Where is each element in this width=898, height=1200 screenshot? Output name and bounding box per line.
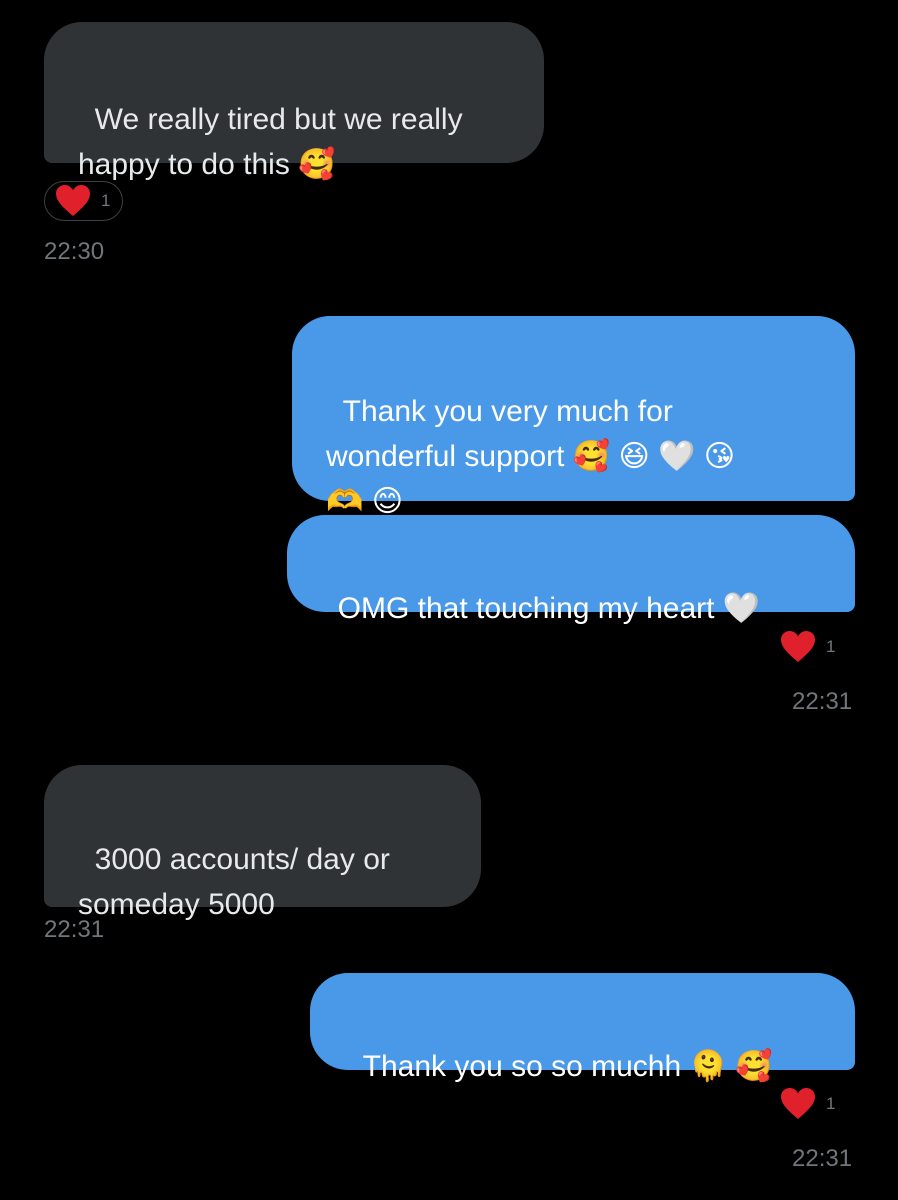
message-timestamp: 22:30 xyxy=(44,238,105,265)
reaction-count: 1 xyxy=(826,637,836,656)
red-heart-icon xyxy=(55,184,91,218)
message-text: 3000 accounts/ day or someday 5000 xyxy=(78,843,390,921)
message-timestamp: 22:31 xyxy=(44,916,105,943)
message-timestamp: 22:31 xyxy=(792,688,853,715)
outgoing-message-bubble[interactable]: Thank you so so muchh 🫠 🥰 xyxy=(310,973,855,1083)
reaction-badge[interactable]: 1 xyxy=(780,630,835,664)
red-heart-icon xyxy=(780,1087,816,1121)
message-text: OMG that touching my heart 🤍 xyxy=(337,592,761,625)
reaction-badge[interactable]: 1 xyxy=(44,181,124,221)
outgoing-message-bubble[interactable]: OMG that touching my heart 🤍 xyxy=(287,515,855,625)
message-timestamp: 22:31 xyxy=(792,1145,853,1172)
incoming-message-bubble[interactable]: 3000 accounts/ day or someday 5000 xyxy=(44,765,481,921)
red-heart-icon xyxy=(780,630,816,664)
reaction-badge[interactable]: 1 xyxy=(780,1087,835,1121)
message-text: We really tired but we really happy to d… xyxy=(78,103,463,181)
reaction-count: 1 xyxy=(101,191,111,210)
message-text: Thank you so so muchh 🫠 🥰 xyxy=(362,1050,773,1083)
message-text: Thank you very much for wonderful suppor… xyxy=(326,395,736,518)
reaction-count: 1 xyxy=(826,1094,836,1113)
outgoing-message-bubble[interactable]: Thank you very much for wonderful suppor… xyxy=(292,316,855,518)
incoming-message-bubble[interactable]: We really tired but we really happy to d… xyxy=(44,22,544,181)
